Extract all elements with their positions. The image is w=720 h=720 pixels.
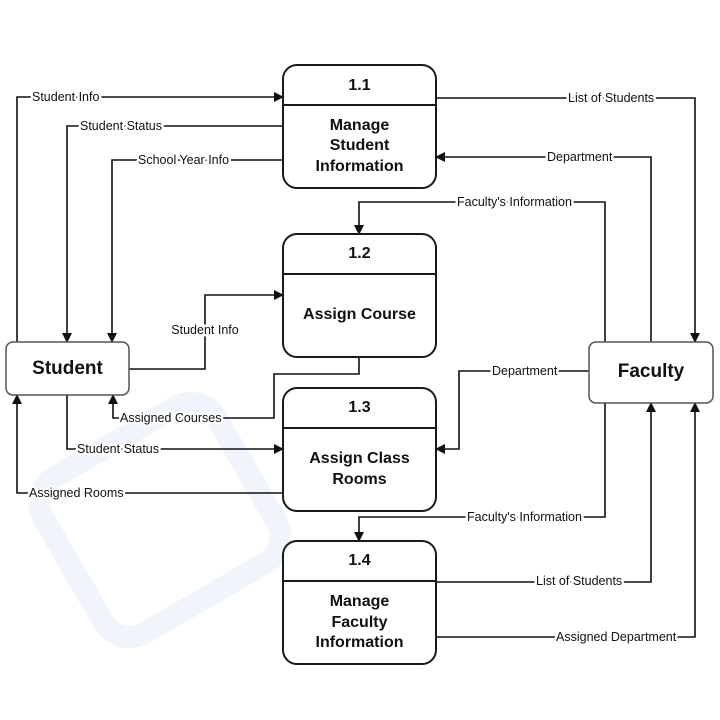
process-1-3[interactable]: 1.3 Assign Class Rooms xyxy=(282,387,437,512)
flow-list-of-students-2: List of Students xyxy=(436,402,656,591)
label: Assign Course xyxy=(303,306,416,323)
label: School Year Info xyxy=(138,153,229,167)
label: Faculty's Information xyxy=(457,195,572,209)
label: Assigned Courses xyxy=(120,411,221,425)
flow-student-info-2: Student Info xyxy=(129,290,284,370)
label: Manage xyxy=(330,593,390,610)
label: Information xyxy=(316,634,404,651)
label: 1.2 xyxy=(348,245,370,262)
diagram-canvas: Student Info Student Status School Year … xyxy=(5,64,714,665)
flow-school-year-info: School Year Info xyxy=(107,151,283,343)
label: Student Info xyxy=(171,323,238,337)
label: Assigned Rooms xyxy=(29,486,124,500)
label: Student xyxy=(32,358,103,379)
label: Rooms xyxy=(332,471,386,488)
label: Faculty xyxy=(331,614,387,631)
entity-faculty[interactable]: Faculty xyxy=(588,341,714,404)
entity-student[interactable]: Student xyxy=(5,341,130,396)
watermark xyxy=(28,392,292,648)
label: Student xyxy=(330,137,390,154)
process-1-4[interactable]: 1.4 Manage Faculty Information xyxy=(282,540,437,665)
label: Information xyxy=(316,158,404,175)
label: Assign Class xyxy=(309,450,410,467)
flow-department-2: Department xyxy=(435,362,589,454)
label: Student Status xyxy=(77,442,159,456)
label: Student Info xyxy=(32,90,99,104)
label: Faculty's Information xyxy=(467,510,582,524)
process-id: 1.1 xyxy=(348,77,370,94)
process-1-2[interactable]: 1.2 Assign Course xyxy=(282,233,437,358)
label: List of Students xyxy=(568,91,654,105)
flow-department-1: Department xyxy=(435,148,652,342)
label: Faculty xyxy=(618,361,685,382)
data-flow-diagram: Student Info Student Status School Year … xyxy=(0,0,720,720)
flow-list-of-students-1: List of Students xyxy=(436,89,700,343)
label: 1.4 xyxy=(348,552,370,569)
label: Department xyxy=(547,150,613,164)
label: 1.3 xyxy=(348,399,370,416)
label: Manage xyxy=(330,117,390,134)
label: Department xyxy=(492,364,558,378)
process-1-1[interactable]: 1.1 Manage Student Information xyxy=(282,64,437,189)
label: List of Students xyxy=(536,574,622,588)
label: Student Status xyxy=(80,119,162,133)
label: Assigned Department xyxy=(556,630,677,644)
